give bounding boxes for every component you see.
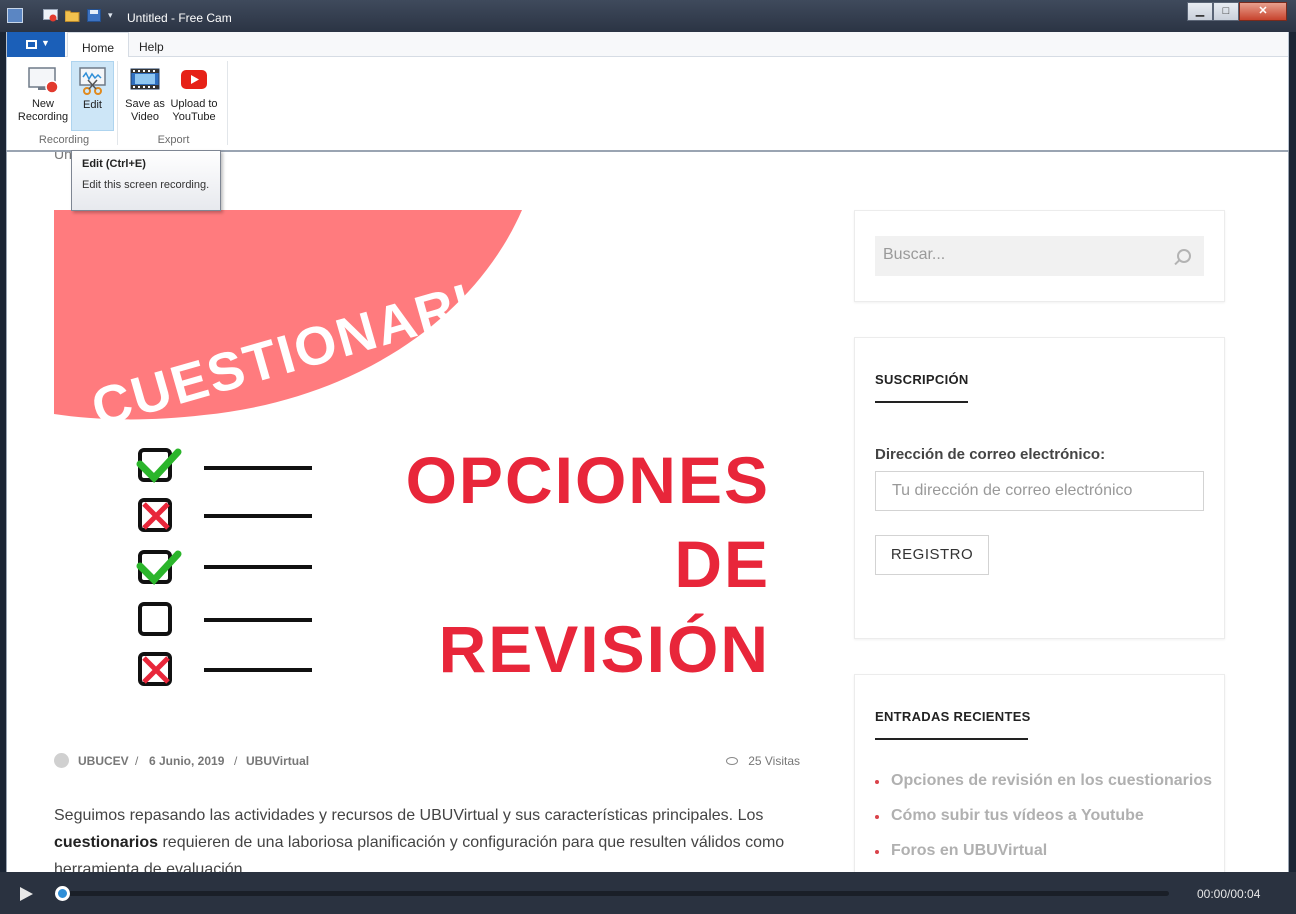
open-folder-icon[interactable] xyxy=(65,9,80,22)
seek-bar[interactable] xyxy=(57,891,1169,896)
featured-image: CUESTIONARIOS OPCIONES DE REVISIÓN xyxy=(54,210,814,730)
quick-access-dropdown-icon[interactable]: ▾ xyxy=(108,10,113,21)
ribbon-separator xyxy=(117,61,118,145)
email-label: Dirección de correo electrónico: xyxy=(875,446,1106,463)
heading-line-3: REVISIÓN xyxy=(439,612,770,686)
edit-button[interactable]: Edit xyxy=(71,61,114,131)
search-widget: Buscar... xyxy=(854,210,1225,302)
timecode: 00:00/00:04 xyxy=(1197,887,1261,901)
search-icon[interactable] xyxy=(1177,249,1191,263)
upload-youtube-button[interactable]: Upload to YouTube xyxy=(166,61,222,129)
title-underline xyxy=(875,738,1028,740)
featured-image-graphic: CUESTIONARIOS OPCIONES DE REVISIÓN xyxy=(54,210,770,686)
close-button[interactable]: ✕ xyxy=(1239,2,1287,21)
post-body: Seguimos repasando las actividades y rec… xyxy=(54,802,814,872)
title-underline xyxy=(875,401,968,403)
post-author[interactable]: UBUCEV xyxy=(78,754,129,768)
register-button[interactable]: REGISTRO xyxy=(875,535,989,575)
ribbon-panel: New Recording Edit Save as Video Upload … xyxy=(7,57,1288,150)
app-icon[interactable] xyxy=(7,8,23,23)
save-as-video-label: Save as Video xyxy=(125,98,165,123)
recent-post-link[interactable]: Cómo subir tus vídeos a Youtube xyxy=(875,807,1144,825)
heading-line-2: DE xyxy=(674,527,770,601)
check-mark-icon xyxy=(136,448,182,484)
tab-home[interactable]: Home xyxy=(67,32,130,58)
save-as-video-button[interactable]: Save as Video xyxy=(123,61,167,129)
post-date: 6 Junio, 2019 xyxy=(149,754,225,768)
view-count: 25 Visitas xyxy=(748,754,800,768)
minimize-button[interactable]: ▁ xyxy=(1187,2,1213,21)
edit-tooltip: Edit (Ctrl+E) Edit this screen recording… xyxy=(71,150,221,211)
maximize-button[interactable]: □ xyxy=(1213,2,1239,21)
recording-preview: Un CUESTIONARIOS OPCIONES DE REVISIÓN UB… xyxy=(6,150,1289,872)
check-mark-icon xyxy=(136,550,182,586)
upload-youtube-label: Upload to YouTube xyxy=(170,98,218,123)
ribbon-tabs: ▼ Home Help xyxy=(7,32,1288,58)
subscription-widget: SUSCRIPCIÓN Dirección de correo electrón… xyxy=(854,337,1225,639)
tooltip-description: Edit this screen recording. xyxy=(82,179,210,191)
ribbon: ▼ Home Help New Recording Edit Save as V… xyxy=(6,32,1289,150)
file-menu-button[interactable]: ▼ xyxy=(7,32,65,57)
new-recording-label: New Recording xyxy=(17,98,69,123)
title-bar: ▾ Untitled - Free Cam ▁ □ ✕ xyxy=(0,0,1296,32)
menu-icon xyxy=(26,40,37,49)
new-recording-button[interactable]: New Recording xyxy=(14,61,72,129)
player-controls: 00:00/00:04 xyxy=(0,872,1296,914)
body-text: Seguimos repasando las actividades y rec… xyxy=(54,807,764,824)
meta-separator: / xyxy=(234,754,238,768)
subscription-title: SUSCRIPCIÓN xyxy=(875,372,969,387)
avatar xyxy=(54,753,69,768)
post-meta: UBUCEV / 6 Junio, 2019 / UBUVirtual 25 V… xyxy=(54,752,800,770)
heading-line-1: OPCIONES xyxy=(406,443,770,517)
ribbon-separator xyxy=(227,61,228,145)
tooltip-title: Edit (Ctrl+E) xyxy=(82,158,146,170)
email-field[interactable]: Tu dirección de correo electrónico xyxy=(875,471,1204,511)
recent-post-link[interactable]: Opciones de revisión en los cuestionario… xyxy=(875,772,1212,790)
cut-off-text: Un xyxy=(54,150,72,162)
film-icon xyxy=(130,68,160,90)
record-icon[interactable] xyxy=(43,9,58,22)
edit-scissors-icon xyxy=(78,67,106,95)
group-label-export: Export xyxy=(157,134,190,146)
eye-icon xyxy=(726,757,738,765)
save-icon[interactable] xyxy=(87,9,102,22)
meta-separator: / xyxy=(135,754,139,768)
post-category[interactable]: UBUVirtual xyxy=(246,754,309,768)
group-label-recording: Recording xyxy=(38,134,90,146)
seek-handle[interactable] xyxy=(55,886,70,901)
play-icon[interactable] xyxy=(20,887,33,901)
recent-post-link[interactable]: Foros en UBUVirtual xyxy=(875,842,1047,860)
new-recording-icon xyxy=(28,67,59,94)
body-bold-text: cuestionarios xyxy=(54,834,159,851)
body-text: requieren de una laboriosa planificación… xyxy=(54,834,785,872)
search-input[interactable]: Buscar... xyxy=(875,236,1204,276)
cross-mark-icon xyxy=(142,502,170,530)
checkbox xyxy=(138,602,172,636)
cross-mark-icon xyxy=(142,656,170,684)
recent-posts-widget: ENTRADAS RECIENTES Opciones de revisión … xyxy=(854,674,1225,872)
edit-label: Edit xyxy=(83,99,102,111)
tab-help[interactable]: Help xyxy=(125,32,178,58)
youtube-icon xyxy=(181,70,207,89)
window-title: Untitled - Free Cam xyxy=(127,11,232,25)
recent-posts-title: ENTRADAS RECIENTES xyxy=(875,709,1031,724)
chevron-down-icon: ▼ xyxy=(41,38,50,48)
